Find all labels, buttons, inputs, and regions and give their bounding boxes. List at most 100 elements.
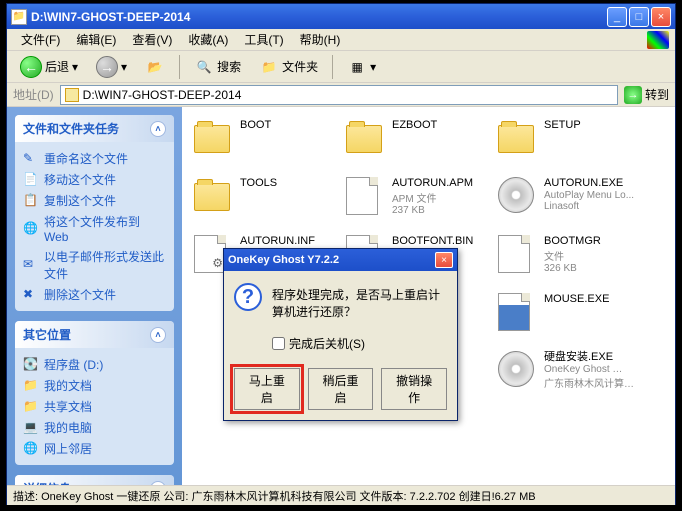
move-icon: 📄: [23, 172, 39, 188]
task-rename[interactable]: ✎重命名这个文件: [23, 148, 166, 169]
task-publish[interactable]: 🌐将这个文件发布到 Web: [23, 211, 166, 246]
file-item[interactable]: BOOTMGR文件326 KB: [496, 233, 648, 291]
file-icon: [346, 177, 378, 215]
task-email[interactable]: ✉以电子邮件形式发送此文件: [23, 246, 166, 284]
publish-icon: 🌐: [23, 221, 39, 237]
file-item[interactable]: 硬盘安装.EXEOneKey Ghost …广东雨林木风计算…: [496, 349, 648, 407]
dialog-titlebar[interactable]: OneKey Ghost Y7.2.2 ×: [224, 249, 457, 271]
address-field[interactable]: D:\WIN7-GHOST-DEEP-2014: [60, 85, 618, 105]
drive-d-icon: 💽: [23, 357, 39, 373]
search-button[interactable]: 🔍搜索: [187, 53, 248, 81]
file-sub2: 326 KB: [544, 263, 601, 274]
folder-icon: [194, 183, 230, 211]
address-bar: 地址(D) D:\WIN7-GHOST-DEEP-2014 → 转到: [7, 83, 675, 107]
email-icon: ✉: [23, 257, 39, 273]
file-item[interactable]: SETUP: [496, 117, 648, 175]
cd-icon: [498, 177, 534, 213]
details-panel: 详细信息 ˄ 硬盘安装.EXE 应用程序 修改日期: 2014年4月20日, 8…: [15, 475, 174, 485]
file-sub2: 237 KB: [392, 205, 473, 216]
chevron-down-icon: ▾: [370, 60, 376, 74]
place-shared-documents[interactable]: 📁共享文档: [23, 396, 166, 417]
folders-button[interactable]: 📁文件夹: [252, 53, 325, 81]
file-name: AUTORUN.APM: [392, 177, 473, 190]
places-panel-header[interactable]: 其它位置 ˄: [15, 321, 174, 348]
file-item[interactable]: EZBOOT: [344, 117, 496, 175]
go-button[interactable]: → 转到: [624, 86, 669, 104]
tasks-panel: 文件和文件夹任务 ˄ ✎重命名这个文件📄移动这个文件📋复制这个文件🌐将这个文件发…: [15, 115, 174, 311]
separator: [332, 55, 333, 79]
dialog-message: 程序处理完成，是否马上重启计算机进行还原？: [272, 283, 447, 321]
window-title: D:\WIN7-GHOST-DEEP-2014: [31, 10, 607, 24]
file-item[interactable]: BOOT: [192, 117, 344, 175]
place-my-documents[interactable]: 📁我的文档: [23, 375, 166, 396]
menu-tools[interactable]: 工具(T): [236, 29, 291, 50]
menu-edit[interactable]: 编辑(E): [68, 29, 124, 50]
windows-logo-icon: [647, 31, 669, 49]
task-move[interactable]: 📄移动这个文件: [23, 169, 166, 190]
folders-icon: 📁: [259, 57, 279, 77]
search-icon: 🔍: [194, 57, 214, 77]
toolbar: ← 后退 ▾ → ▾ 📂 🔍搜索 📁文件夹 ▦▾: [7, 51, 675, 83]
file-name: AUTORUN.EXE: [544, 177, 634, 190]
minimize-button[interactable]: _: [607, 7, 627, 27]
file-name: BOOTMGR: [544, 235, 601, 248]
file-sub1: APM 文件: [392, 190, 473, 205]
sidebar: 文件和文件夹任务 ˄ ✎重命名这个文件📄移动这个文件📋复制这个文件🌐将这个文件发…: [7, 107, 182, 485]
my-documents-icon: 📁: [23, 378, 39, 394]
menu-favorites[interactable]: 收藏(A): [180, 29, 236, 50]
place-drive-d[interactable]: 💽程序盘 (D:): [23, 354, 166, 375]
task-copy[interactable]: 📋复制这个文件: [23, 190, 166, 211]
file-name: 硬盘安装.EXE: [544, 351, 634, 364]
menu-file[interactable]: 文件(F): [13, 29, 68, 50]
folder-icon: 📁: [11, 9, 27, 25]
task-delete[interactable]: ✖删除这个文件: [23, 284, 166, 305]
address-value: D:\WIN7-GHOST-DEEP-2014: [83, 88, 242, 102]
file-name: EZBOOT: [392, 119, 437, 132]
rename-icon: ✎: [23, 151, 39, 167]
file-item[interactable]: MOUSE.EXE: [496, 291, 648, 349]
chevron-down-icon: ▾: [121, 60, 127, 74]
back-button[interactable]: ← 后退 ▾: [13, 52, 85, 82]
file-item[interactable]: TOOLS: [192, 175, 344, 233]
network-icon: 🌐: [23, 441, 39, 457]
maximize-button[interactable]: □: [629, 7, 649, 27]
forward-button[interactable]: → ▾: [89, 52, 134, 82]
onekey-ghost-dialog: OneKey Ghost Y7.2.2 × ? 程序处理完成，是否马上重启计算机…: [223, 248, 458, 421]
shutdown-checkbox-input[interactable]: [272, 337, 285, 350]
file-name: SETUP: [544, 119, 581, 132]
titlebar[interactable]: 📁 D:\WIN7-GHOST-DEEP-2014 _ □ ×: [7, 4, 675, 29]
views-icon: ▦: [347, 57, 367, 77]
undo-button[interactable]: 撤销操作: [381, 368, 447, 410]
menu-view[interactable]: 查看(V): [124, 29, 180, 50]
status-bar: 描述: OneKey Ghost 一键还原 公司: 广东雨林木风计算机科技有限公…: [7, 485, 675, 505]
details-panel-header[interactable]: 详细信息 ˄: [15, 475, 174, 485]
question-icon: ?: [234, 283, 262, 311]
go-arrow-icon: →: [624, 86, 642, 104]
chevron-up-icon: ˄: [150, 481, 166, 486]
copy-icon: 📋: [23, 193, 39, 209]
separator: [179, 55, 180, 79]
close-button[interactable]: ×: [651, 7, 671, 27]
file-item[interactable]: AUTORUN.APMAPM 文件237 KB: [344, 175, 496, 233]
up-button[interactable]: 📂: [138, 53, 172, 81]
dialog-close-button[interactable]: ×: [435, 252, 453, 268]
tasks-panel-header[interactable]: 文件和文件夹任务 ˄: [15, 115, 174, 142]
folder-icon: [194, 125, 230, 153]
restart-now-button[interactable]: 马上重启: [234, 368, 300, 410]
delete-icon: ✖: [23, 287, 39, 303]
menu-help[interactable]: 帮助(H): [292, 29, 349, 50]
chevron-down-icon: ▾: [72, 60, 78, 74]
shared-documents-icon: 📁: [23, 399, 39, 415]
file-name: TOOLS: [240, 177, 277, 190]
shutdown-checkbox[interactable]: 完成后关机(S): [272, 335, 447, 352]
folder-icon: [346, 125, 382, 153]
file-item[interactable]: AUTORUN.EXEAutoPlay Menu Lo...Linasoft: [496, 175, 648, 233]
views-button[interactable]: ▦▾: [340, 53, 383, 81]
restart-later-button[interactable]: 稍后重启: [308, 368, 374, 410]
file-sub1: AutoPlay Menu Lo...: [544, 190, 634, 201]
my-computer-icon: 💻: [23, 420, 39, 436]
file-sub2: 广东雨林木风计算…: [544, 375, 634, 390]
place-network[interactable]: 🌐网上邻居: [23, 438, 166, 459]
place-my-computer[interactable]: 💻我的电脑: [23, 417, 166, 438]
folder-up-icon: 📂: [145, 57, 165, 77]
